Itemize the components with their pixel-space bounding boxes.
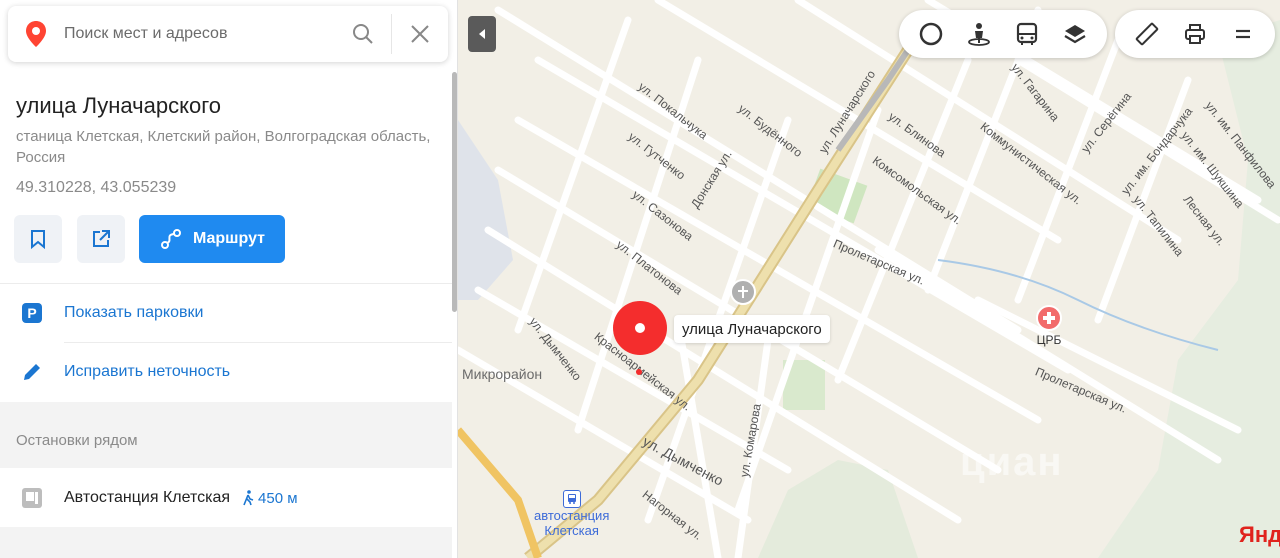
side-panel: улица Луначарского станица Клетская, Кле…: [0, 0, 458, 558]
ruler-button[interactable]: [1123, 10, 1171, 58]
hospital-icon: [1036, 305, 1062, 331]
map-controls-group: [899, 10, 1107, 58]
map-tools-group: [1115, 10, 1275, 58]
show-parking-label: Показать парковки: [64, 304, 204, 321]
close-icon: [411, 25, 429, 43]
panorama-person-icon: [968, 23, 990, 46]
route-icon: [160, 229, 181, 249]
bus-icon: [562, 490, 581, 508]
search-button[interactable]: [335, 6, 391, 62]
traffic-icon: [919, 22, 943, 46]
bookmark-icon: [31, 230, 45, 249]
menu-icon: [1236, 29, 1250, 39]
show-parking-link[interactable]: P Показать парковки: [0, 284, 452, 342]
stop-name: Автостанция Клетская: [64, 489, 231, 506]
bus-station-poi[interactable]: автостанция Клетская: [534, 490, 609, 538]
triangle-left-icon: [479, 29, 485, 39]
bus-stop-icon: [22, 488, 42, 508]
church-icon[interactable]: [730, 279, 756, 305]
marker-label[interactable]: улица Луначарского: [674, 315, 830, 343]
svg-text:P: P: [27, 305, 36, 321]
traffic-button[interactable]: [907, 10, 955, 58]
stop-item[interactable]: Автостанция Клетская 450 м: [0, 469, 452, 527]
map-logo[interactable]: Янд: [1239, 522, 1280, 548]
print-button[interactable]: [1171, 10, 1219, 58]
district-label: Микрорайон: [462, 366, 543, 382]
menu-button[interactable]: [1219, 10, 1267, 58]
layers-button[interactable]: [1051, 10, 1099, 58]
place-title: улица Луначарского: [16, 93, 221, 118]
clear-button[interactable]: [392, 6, 448, 62]
report-error-link[interactable]: Исправить неточность: [0, 343, 452, 401]
location-marker-icon[interactable]: [610, 300, 670, 380]
transport-button[interactable]: [1003, 10, 1051, 58]
panorama-button[interactable]: [955, 10, 1003, 58]
section-background: [0, 527, 452, 558]
hospital-poi[interactable]: ЦРБ: [1036, 305, 1062, 347]
bus-icon: [1016, 22, 1038, 45]
walking-icon: [243, 490, 254, 506]
stops-section-title: Остановки рядом: [16, 432, 138, 449]
stop-distance-value: 450 м: [258, 489, 298, 507]
watermark: циан: [960, 440, 1064, 484]
stop-distance: 450 м: [242, 490, 298, 507]
report-error-label: Исправить неточность: [64, 363, 231, 380]
app-window: ул. Покальчука ул. Будённого ул. Луначар…: [0, 0, 1280, 558]
search-box: [8, 6, 448, 62]
yandex-pin-icon[interactable]: [8, 6, 64, 62]
pencil-icon: [24, 364, 40, 380]
place-coordinates[interactable]: 49.310228, 43.055239: [16, 179, 176, 197]
place-address: станица Клетская, Клетский район, Волгог…: [16, 128, 431, 166]
panel-scrollbar[interactable]: [452, 72, 457, 312]
layers-icon: [1064, 25, 1086, 44]
route-button[interactable]: Маршрут: [139, 215, 285, 263]
bookmark-button[interactable]: [14, 215, 62, 263]
parking-icon: P: [22, 303, 42, 323]
route-button-label: Маршрут: [192, 230, 266, 247]
search-icon: [353, 24, 373, 44]
collapse-panel-button[interactable]: [468, 16, 496, 52]
share-button[interactable]: [77, 215, 125, 263]
share-icon: [93, 230, 110, 247]
map-canvas[interactable]: ул. Покальчука ул. Будённого ул. Луначар…: [458, 0, 1280, 558]
hospital-label: ЦРБ: [1036, 333, 1062, 347]
search-input[interactable]: [64, 14, 335, 54]
ruler-icon: [1135, 22, 1159, 46]
printer-icon: [1185, 24, 1205, 44]
bus-station-label: автостанция Клетская: [534, 508, 610, 538]
